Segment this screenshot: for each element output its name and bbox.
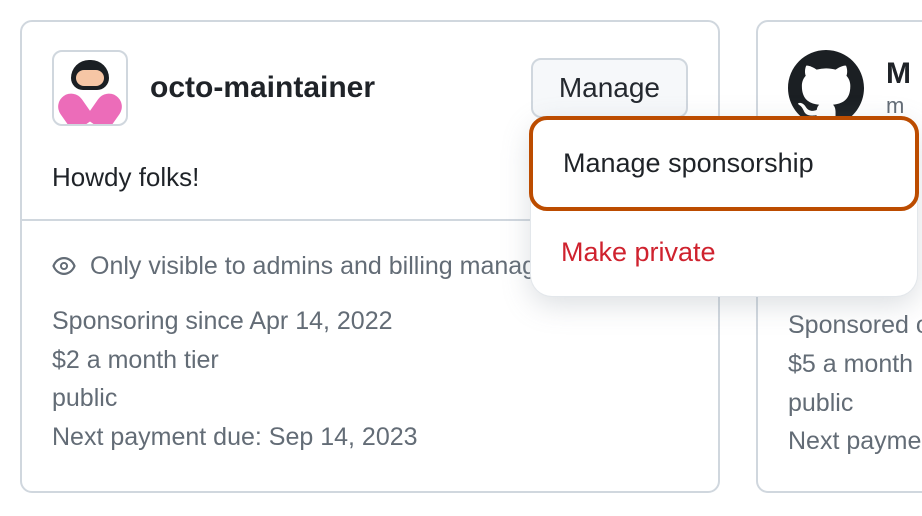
- privacy-text: public: [788, 384, 922, 423]
- tier-text: $2 a month tier: [52, 341, 688, 380]
- menu-item-make-private[interactable]: Make private: [531, 209, 917, 296]
- menu-item-manage-sponsorship[interactable]: Manage sponsorship: [529, 116, 919, 211]
- tier-partial: $5 a month: [788, 345, 922, 384]
- octocat-icon: [788, 50, 864, 126]
- sponsored-partial: Sponsored o: [788, 306, 922, 345]
- privacy-text: public: [52, 379, 688, 418]
- visibility-note: Only visible to admins and billing manag…: [90, 247, 571, 286]
- card-header-row: M m: [788, 50, 922, 126]
- octo-heart-icon: [60, 58, 120, 118]
- next-payment-text: Next payment due: Sep 14, 2023: [52, 418, 688, 457]
- manage-dropdown-menu: Manage sponsorship Make private: [530, 117, 918, 297]
- sponsorship-cards-region: octo-maintainer Manage Howdy folks! Only…: [0, 0, 922, 493]
- maintainer-name-partial[interactable]: M: [886, 57, 911, 91]
- next-payment-partial: Next payme: [788, 422, 922, 461]
- manage-button[interactable]: Manage: [531, 58, 688, 118]
- sponsoring-since: Sponsoring since Apr 14, 2022: [52, 302, 688, 341]
- maintainer-avatar: [52, 50, 128, 126]
- maintainer-name-col: M m: [886, 57, 911, 119]
- octocat-avatar: [788, 50, 864, 126]
- maintainer-name[interactable]: octo-maintainer: [150, 71, 509, 105]
- eye-icon: [52, 254, 76, 278]
- card-header-row: octo-maintainer Manage: [52, 50, 688, 126]
